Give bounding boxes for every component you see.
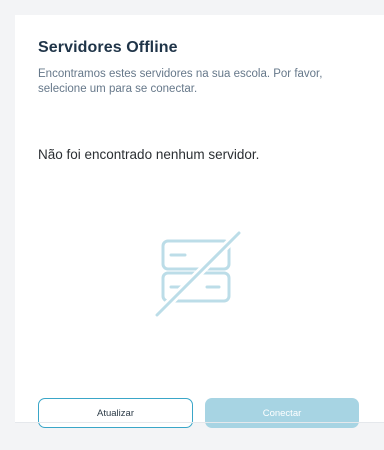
refresh-button[interactable]: Atualizar — [38, 398, 193, 428]
empty-state-message: Não foi encontrado nenhum servidor. — [38, 147, 260, 162]
divider — [15, 422, 384, 423]
dialog-subtitle: Encontramos estes servidores na sua esco… — [38, 68, 323, 95]
server-dialog: Servidores Offline Encontramos estes ser… — [15, 15, 384, 428]
connect-button[interactable]: Conectar — [205, 398, 359, 428]
server-off-icon — [155, 229, 243, 319]
dialog-title: Servidores Offline — [38, 39, 178, 56]
